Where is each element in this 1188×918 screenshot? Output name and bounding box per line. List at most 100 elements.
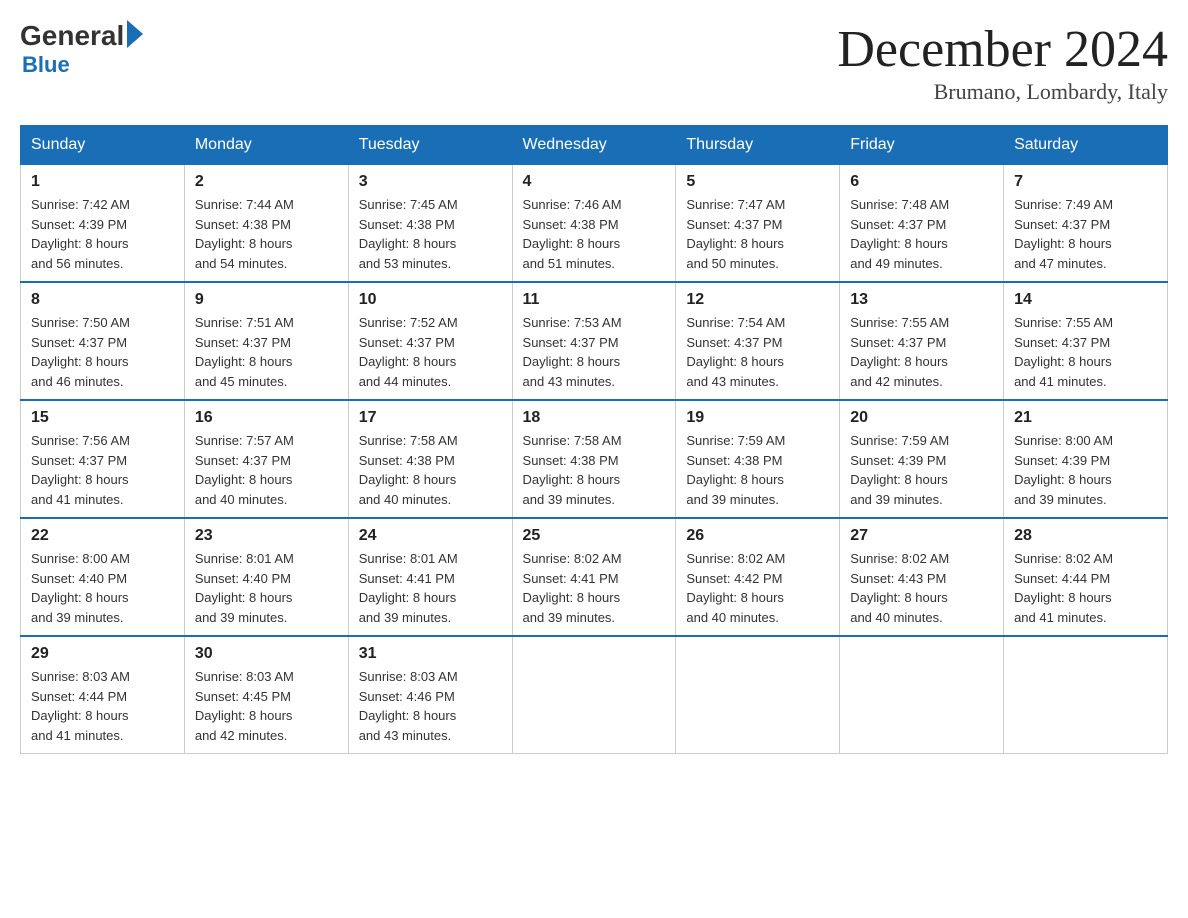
calendar-cell: 21 Sunrise: 8:00 AMSunset: 4:39 PMDaylig… [1004, 400, 1168, 518]
calendar-cell: 26 Sunrise: 8:02 AMSunset: 4:42 PMDaylig… [676, 518, 840, 636]
calendar-cell: 18 Sunrise: 7:58 AMSunset: 4:38 PMDaylig… [512, 400, 676, 518]
day-info: Sunrise: 8:01 AMSunset: 4:40 PMDaylight:… [195, 549, 338, 627]
day-info: Sunrise: 8:00 AMSunset: 4:39 PMDaylight:… [1014, 431, 1157, 509]
day-info: Sunrise: 7:56 AMSunset: 4:37 PMDaylight:… [31, 431, 174, 509]
day-number: 17 [359, 409, 502, 427]
day-info: Sunrise: 7:51 AMSunset: 4:37 PMDaylight:… [195, 313, 338, 391]
calendar-table: SundayMondayTuesdayWednesdayThursdayFrid… [20, 125, 1168, 754]
day-number: 16 [195, 409, 338, 427]
day-number: 24 [359, 527, 502, 545]
logo-general-text: General [20, 20, 124, 52]
day-number: 30 [195, 645, 338, 663]
calendar-cell: 28 Sunrise: 8:02 AMSunset: 4:44 PMDaylig… [1004, 518, 1168, 636]
location-title: Brumano, Lombardy, Italy [837, 79, 1168, 105]
day-info: Sunrise: 7:42 AMSunset: 4:39 PMDaylight:… [31, 195, 174, 273]
week-row-1: 1 Sunrise: 7:42 AMSunset: 4:39 PMDayligh… [21, 165, 1168, 283]
day-number: 12 [686, 291, 829, 309]
day-info: Sunrise: 7:59 AMSunset: 4:39 PMDaylight:… [850, 431, 993, 509]
day-info: Sunrise: 7:59 AMSunset: 4:38 PMDaylight:… [686, 431, 829, 509]
calendar-cell: 27 Sunrise: 8:02 AMSunset: 4:43 PMDaylig… [840, 518, 1004, 636]
calendar-cell: 29 Sunrise: 8:03 AMSunset: 4:44 PMDaylig… [21, 636, 185, 754]
day-number: 15 [31, 409, 174, 427]
day-info: Sunrise: 8:02 AMSunset: 4:43 PMDaylight:… [850, 549, 993, 627]
day-number: 25 [523, 527, 666, 545]
day-info: Sunrise: 8:00 AMSunset: 4:40 PMDaylight:… [31, 549, 174, 627]
logo: General Blue [20, 20, 147, 78]
calendar-cell: 5 Sunrise: 7:47 AMSunset: 4:37 PMDayligh… [676, 165, 840, 283]
calendar-cell: 17 Sunrise: 7:58 AMSunset: 4:38 PMDaylig… [348, 400, 512, 518]
day-info: Sunrise: 8:03 AMSunset: 4:44 PMDaylight:… [31, 667, 174, 745]
day-number: 5 [686, 173, 829, 191]
weekday-header-row: SundayMondayTuesdayWednesdayThursdayFrid… [21, 126, 1168, 165]
calendar-cell: 8 Sunrise: 7:50 AMSunset: 4:37 PMDayligh… [21, 282, 185, 400]
weekday-header-wednesday: Wednesday [512, 126, 676, 165]
day-number: 21 [1014, 409, 1157, 427]
calendar-cell [512, 636, 676, 754]
logo-blue-line: Blue [22, 52, 70, 78]
day-info: Sunrise: 7:45 AMSunset: 4:38 PMDaylight:… [359, 195, 502, 273]
day-info: Sunrise: 7:55 AMSunset: 4:37 PMDaylight:… [1014, 313, 1157, 391]
calendar-cell: 20 Sunrise: 7:59 AMSunset: 4:39 PMDaylig… [840, 400, 1004, 518]
day-number: 7 [1014, 173, 1157, 191]
calendar-cell: 12 Sunrise: 7:54 AMSunset: 4:37 PMDaylig… [676, 282, 840, 400]
calendar-cell: 19 Sunrise: 7:59 AMSunset: 4:38 PMDaylig… [676, 400, 840, 518]
day-info: Sunrise: 7:52 AMSunset: 4:37 PMDaylight:… [359, 313, 502, 391]
calendar-cell: 14 Sunrise: 7:55 AMSunset: 4:37 PMDaylig… [1004, 282, 1168, 400]
day-info: Sunrise: 7:58 AMSunset: 4:38 PMDaylight:… [523, 431, 666, 509]
day-info: Sunrise: 7:55 AMSunset: 4:37 PMDaylight:… [850, 313, 993, 391]
calendar-cell: 11 Sunrise: 7:53 AMSunset: 4:37 PMDaylig… [512, 282, 676, 400]
week-row-5: 29 Sunrise: 8:03 AMSunset: 4:44 PMDaylig… [21, 636, 1168, 754]
calendar-cell [676, 636, 840, 754]
day-number: 20 [850, 409, 993, 427]
calendar-cell [840, 636, 1004, 754]
weekday-header-friday: Friday [840, 126, 1004, 165]
title-area: December 2024 Brumano, Lombardy, Italy [837, 20, 1168, 105]
calendar-cell: 1 Sunrise: 7:42 AMSunset: 4:39 PMDayligh… [21, 165, 185, 283]
calendar-cell: 16 Sunrise: 7:57 AMSunset: 4:37 PMDaylig… [184, 400, 348, 518]
day-info: Sunrise: 7:57 AMSunset: 4:37 PMDaylight:… [195, 431, 338, 509]
week-row-4: 22 Sunrise: 8:00 AMSunset: 4:40 PMDaylig… [21, 518, 1168, 636]
day-number: 6 [850, 173, 993, 191]
day-info: Sunrise: 7:46 AMSunset: 4:38 PMDaylight:… [523, 195, 666, 273]
day-info: Sunrise: 8:02 AMSunset: 4:41 PMDaylight:… [523, 549, 666, 627]
day-info: Sunrise: 8:02 AMSunset: 4:42 PMDaylight:… [686, 549, 829, 627]
calendar-cell: 24 Sunrise: 8:01 AMSunset: 4:41 PMDaylig… [348, 518, 512, 636]
page-header: General Blue December 2024 Brumano, Lomb… [20, 20, 1168, 105]
calendar-cell [1004, 636, 1168, 754]
calendar-cell: 9 Sunrise: 7:51 AMSunset: 4:37 PMDayligh… [184, 282, 348, 400]
day-info: Sunrise: 7:50 AMSunset: 4:37 PMDaylight:… [31, 313, 174, 391]
day-info: Sunrise: 7:47 AMSunset: 4:37 PMDaylight:… [686, 195, 829, 273]
day-number: 1 [31, 173, 174, 191]
day-info: Sunrise: 7:53 AMSunset: 4:37 PMDaylight:… [523, 313, 666, 391]
day-number: 13 [850, 291, 993, 309]
weekday-header-tuesday: Tuesday [348, 126, 512, 165]
day-number: 31 [359, 645, 502, 663]
calendar-cell: 6 Sunrise: 7:48 AMSunset: 4:37 PMDayligh… [840, 165, 1004, 283]
day-number: 27 [850, 527, 993, 545]
day-number: 26 [686, 527, 829, 545]
day-number: 2 [195, 173, 338, 191]
day-info: Sunrise: 8:02 AMSunset: 4:44 PMDaylight:… [1014, 549, 1157, 627]
weekday-header-saturday: Saturday [1004, 126, 1168, 165]
day-number: 23 [195, 527, 338, 545]
day-info: Sunrise: 7:58 AMSunset: 4:38 PMDaylight:… [359, 431, 502, 509]
calendar-cell: 23 Sunrise: 8:01 AMSunset: 4:40 PMDaylig… [184, 518, 348, 636]
calendar-cell: 2 Sunrise: 7:44 AMSunset: 4:38 PMDayligh… [184, 165, 348, 283]
calendar-cell: 13 Sunrise: 7:55 AMSunset: 4:37 PMDaylig… [840, 282, 1004, 400]
day-number: 10 [359, 291, 502, 309]
day-info: Sunrise: 7:48 AMSunset: 4:37 PMDaylight:… [850, 195, 993, 273]
calendar-cell: 3 Sunrise: 7:45 AMSunset: 4:38 PMDayligh… [348, 165, 512, 283]
week-row-2: 8 Sunrise: 7:50 AMSunset: 4:37 PMDayligh… [21, 282, 1168, 400]
day-number: 28 [1014, 527, 1157, 545]
logo-arrow-icon [127, 20, 143, 48]
calendar-cell: 22 Sunrise: 8:00 AMSunset: 4:40 PMDaylig… [21, 518, 185, 636]
day-number: 11 [523, 291, 666, 309]
calendar-cell: 15 Sunrise: 7:56 AMSunset: 4:37 PMDaylig… [21, 400, 185, 518]
weekday-header-monday: Monday [184, 126, 348, 165]
month-title: December 2024 [837, 20, 1168, 79]
calendar-cell: 31 Sunrise: 8:03 AMSunset: 4:46 PMDaylig… [348, 636, 512, 754]
day-number: 22 [31, 527, 174, 545]
day-info: Sunrise: 8:03 AMSunset: 4:45 PMDaylight:… [195, 667, 338, 745]
day-number: 29 [31, 645, 174, 663]
calendar-cell: 30 Sunrise: 8:03 AMSunset: 4:45 PMDaylig… [184, 636, 348, 754]
